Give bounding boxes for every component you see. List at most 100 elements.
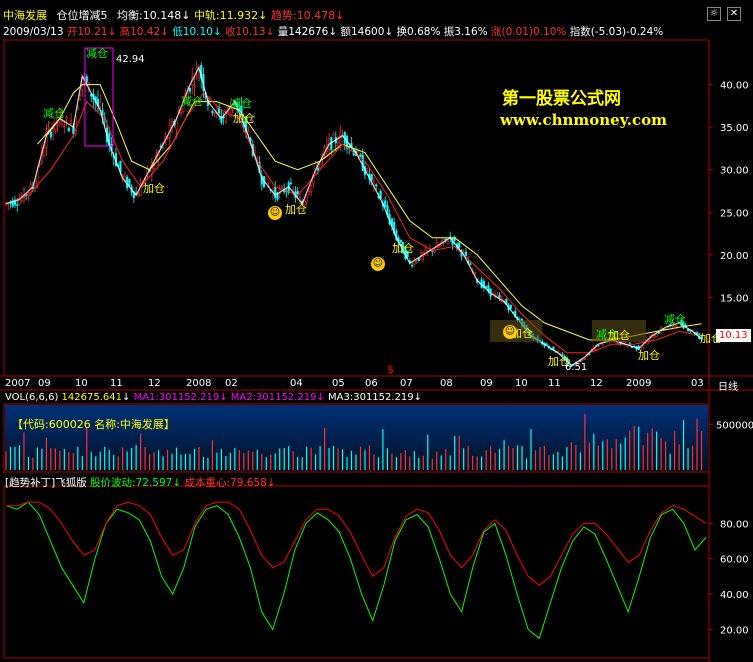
candle-body	[332, 134, 335, 137]
vol-value: 142675.641	[61, 392, 122, 403]
smiley-icon: ☺	[503, 325, 517, 339]
time-axis-label: 11	[548, 378, 561, 389]
candle-body	[175, 120, 178, 131]
candle-body	[583, 358, 586, 360]
price-tick-label: 30.00	[720, 166, 749, 177]
time-axis-label: 2009	[626, 378, 652, 389]
down-arrow-icon: ↓	[413, 392, 423, 403]
indicator-tick-label: 40.00	[720, 590, 749, 601]
candle-body	[366, 168, 369, 171]
vol-ma2: MA2:301152.219	[230, 392, 317, 403]
annotation-reduce: 减仓	[86, 47, 108, 60]
candle-body	[581, 359, 584, 361]
candle-body	[310, 184, 313, 193]
time-axis-label: 11	[110, 378, 123, 389]
candle-body	[664, 327, 667, 330]
annotation-reduce: 减仓	[43, 107, 65, 120]
candle-body	[70, 120, 73, 124]
smiley-icon: ☺	[371, 257, 385, 271]
candle-body	[384, 200, 387, 208]
candle-body	[462, 251, 465, 254]
highlight-box-top	[84, 47, 114, 147]
candle-body	[446, 241, 450, 245]
candle-body	[337, 142, 340, 146]
annotation-reduce: 减仓	[181, 95, 203, 108]
wave-value: 72.597	[135, 477, 173, 489]
candle-body	[375, 184, 378, 187]
cost-label: 成本重心:	[184, 477, 231, 489]
candle-body	[657, 332, 660, 334]
time-axis-label: 06	[365, 378, 378, 389]
time-axis-label: 09	[38, 378, 51, 389]
indicator-tick-label: 60.00	[720, 555, 749, 566]
last-price-tag: 10.13	[716, 329, 751, 342]
down-arrow-icon: ↓	[122, 392, 131, 403]
cost-value: 79.658	[230, 477, 267, 489]
candle-body	[213, 112, 216, 115]
candle-body	[361, 154, 364, 172]
watermark-url: www.chnmoney.com	[500, 111, 667, 129]
candle-body	[188, 87, 192, 92]
indicator-panel-frame	[3, 485, 710, 659]
volume-header: VOL(6,6,6) 142675.641↓ MA1:301152.219↓ M…	[5, 392, 422, 403]
period-label[interactable]: 日线	[718, 378, 738, 393]
time-axis-label: 04	[290, 378, 303, 389]
time-axis-label: 09	[480, 378, 493, 389]
candle-body	[601, 343, 604, 346]
candle-body	[370, 174, 373, 181]
candle-body	[411, 264, 414, 267]
annotation-add: 加仓	[608, 329, 630, 342]
candle-body	[359, 154, 362, 157]
candle-body	[67, 127, 70, 132]
vol-title: VOL(6,6,6)	[5, 392, 59, 403]
time-axis-label: 10	[515, 378, 528, 389]
candle-body	[197, 70, 200, 81]
price-tick-label: 35.00	[720, 123, 749, 134]
annotation-add: 加仓	[392, 242, 414, 255]
time-axis-label: 05	[332, 378, 345, 389]
stock-code-info: 【代码:600026 名称:中海发展】	[12, 418, 175, 431]
candle-body	[509, 304, 512, 309]
watermark-title: 第一股票公式网	[502, 89, 621, 109]
candle-body	[316, 167, 319, 171]
time-axis-label: 10	[75, 378, 88, 389]
down-arrow-icon: ↓	[172, 477, 182, 489]
candle-body	[18, 199, 21, 205]
candle-body	[49, 131, 52, 138]
price-tick-label: 15.00	[720, 293, 749, 304]
indicator-header: [趋势补丁]飞狐版 股价波动:72.597↓ 成本重心:79.658↓	[5, 475, 276, 490]
vol-ma3: MA3:301152.219	[328, 392, 414, 403]
candle-body	[128, 178, 131, 187]
smiley-icon: ☺	[268, 206, 282, 220]
down-arrow-icon: ↓	[266, 477, 276, 489]
vol-ma1: MA1:301152.219	[133, 392, 220, 403]
ind-title: [趋势补丁]飞狐版	[5, 477, 87, 489]
candle-body	[498, 295, 501, 298]
candle-body	[16, 204, 19, 206]
candle-body	[63, 126, 66, 128]
time-axis-label: 08	[440, 378, 453, 389]
annotation-add: 加仓	[638, 349, 660, 362]
time-axis: 2007 09 10 11 12 2008 02 04 05 06 07 08 09 10 11 12 2009…	[0, 377, 753, 390]
candle-body	[179, 112, 183, 114]
candle-body	[307, 191, 310, 195]
candle-body	[211, 110, 214, 114]
stock-chart[interactable]: 15.00 20.00 25.00 30.00 35.00 40.00 500000 20.0…	[0, 0, 753, 662]
annotation-reduce: 减仓	[664, 313, 686, 326]
candle-body	[52, 128, 55, 135]
candle-body	[458, 242, 461, 249]
annotation-reduce: 减仓	[230, 97, 252, 110]
indicator-series-line	[5, 501, 707, 640]
time-axis-label: 2008	[186, 378, 212, 389]
indicator-lines	[5, 501, 707, 640]
candle-body	[464, 251, 467, 257]
down-arrow-icon: ↓	[219, 392, 228, 403]
price-tick-label: 25.00	[720, 208, 749, 219]
candle-body	[469, 263, 472, 265]
low-price-label: 6.51	[565, 362, 588, 373]
candle-body	[653, 335, 656, 338]
wave-label: 股价波动:	[90, 477, 136, 489]
time-axis-label: 07	[400, 378, 413, 389]
candle-body	[137, 193, 140, 197]
time-axis-label: 2007	[5, 378, 31, 389]
